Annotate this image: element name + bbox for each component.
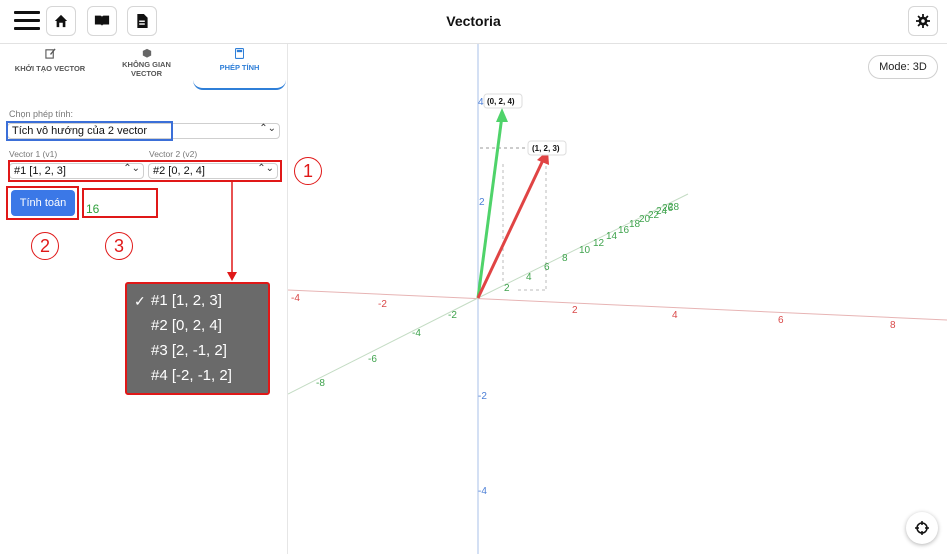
x-tick-label: 6 (778, 315, 784, 326)
annotation-marker-3: 3 (105, 232, 133, 260)
checkmark-icon: ✓ (134, 293, 146, 309)
tab-label: KHÔNG GIAN (122, 60, 171, 69)
vector-2-label: (0, 2, 4) (487, 97, 515, 106)
y-tick-label: 16 (618, 225, 630, 236)
y-tick-label: 14 (606, 231, 618, 242)
tab-calculation[interactable]: PHÉP TÍNH (193, 44, 286, 90)
operation-label: Chọn phép tính: (9, 109, 74, 119)
dropdown-option[interactable]: #4 [-2, -1, 2] (127, 365, 268, 390)
gear-icon (916, 14, 930, 28)
dropdown-option-label: #4 [-2, -1, 2] (151, 367, 232, 384)
y-tick-label: -2 (448, 310, 457, 321)
x-tick-label: 8 (890, 320, 896, 331)
tab-vector-space[interactable]: KHÔNG GIAN VECTOR (100, 44, 193, 90)
page-title: Vectoria (446, 13, 501, 29)
y-tick-label: -6 (368, 354, 377, 365)
vector-3d-viewport[interactable]: (0, 2, 4) (1, 2, 3) 4 2 -2 -4 -4 -2 2 4 … (288, 44, 947, 554)
crosshair-icon (915, 521, 929, 535)
y-tick-label: 2 (504, 283, 510, 294)
dropdown-option[interactable]: #2 [0, 2, 4] (127, 315, 268, 340)
chevron-updown-icon: ⌃⌄ (259, 123, 276, 134)
vector-1-label: (1, 2, 3) (532, 144, 560, 153)
annotation-arrow (227, 180, 237, 281)
z-tick-label: 4 (478, 97, 484, 108)
tab-create-vector[interactable]: KHỞI TẠO VECTOR (0, 44, 100, 90)
annotation-marker-1: 1 (294, 157, 322, 185)
dropdown-option-label: #2 [0, 2, 4] (151, 317, 222, 334)
recenter-button[interactable] (906, 512, 938, 544)
x-tick-label: -4 (291, 293, 300, 304)
vector-2-arrowhead (496, 108, 508, 122)
y-tick-label: 4 (526, 272, 532, 283)
y-tick-label: 10 (579, 245, 591, 256)
vector-selects-highlight-box (8, 160, 282, 182)
cube-icon (142, 48, 151, 58)
calculate-highlight-box (6, 186, 79, 220)
app-header: Vectoria (0, 0, 947, 44)
dropdown-option[interactable]: ✓ #1 [1, 2, 3] (127, 290, 268, 315)
result-highlight-box (82, 188, 158, 218)
y-tick-label: -8 (316, 378, 325, 389)
dropdown-option-label: #3 [2, -1, 2] (151, 342, 227, 359)
tab-label-2: VECTOR (130, 69, 163, 78)
dropdown-option-label: #1 [1, 2, 3] (151, 292, 222, 309)
vector2-label: Vector 2 (v2) (149, 149, 198, 159)
y-tick-label: 6 (544, 262, 550, 273)
y-tick-label: 12 (593, 238, 605, 249)
z-tick-label: -4 (478, 486, 487, 497)
vector1-label: Vector 1 (v1) (9, 149, 58, 159)
vector-dropdown-menu: ✓ #1 [1, 2, 3] #2 [0, 2, 4] #3 [2, -1, 2… (125, 282, 270, 395)
z-tick-label: 2 (479, 197, 485, 208)
calculator-icon (235, 48, 244, 59)
annotation-marker-2: 2 (31, 232, 59, 260)
z-tick-label: -2 (478, 391, 487, 402)
tab-label: KHỞI TẠO VECTOR (14, 64, 86, 73)
y-tick-label: 28 (668, 202, 680, 213)
dropdown-option[interactable]: #3 [2, -1, 2] (127, 340, 268, 365)
x-tick-label: 4 (672, 310, 678, 321)
x-tick-label: 2 (572, 305, 578, 316)
mode-toggle-button[interactable]: Mode: 3D (868, 55, 938, 79)
tab-bar: KHỞI TẠO VECTOR KHÔNG GIAN VECTOR PHÉP T… (0, 44, 287, 90)
settings-button[interactable] (908, 6, 938, 36)
x-tick-label: -2 (378, 299, 387, 310)
y-tick-label: -4 (412, 328, 421, 339)
tab-label: PHÉP TÍNH (219, 63, 260, 72)
operation-highlight-box (6, 121, 173, 141)
y-tick-label: 8 (562, 253, 568, 264)
edit-icon (44, 48, 56, 59)
